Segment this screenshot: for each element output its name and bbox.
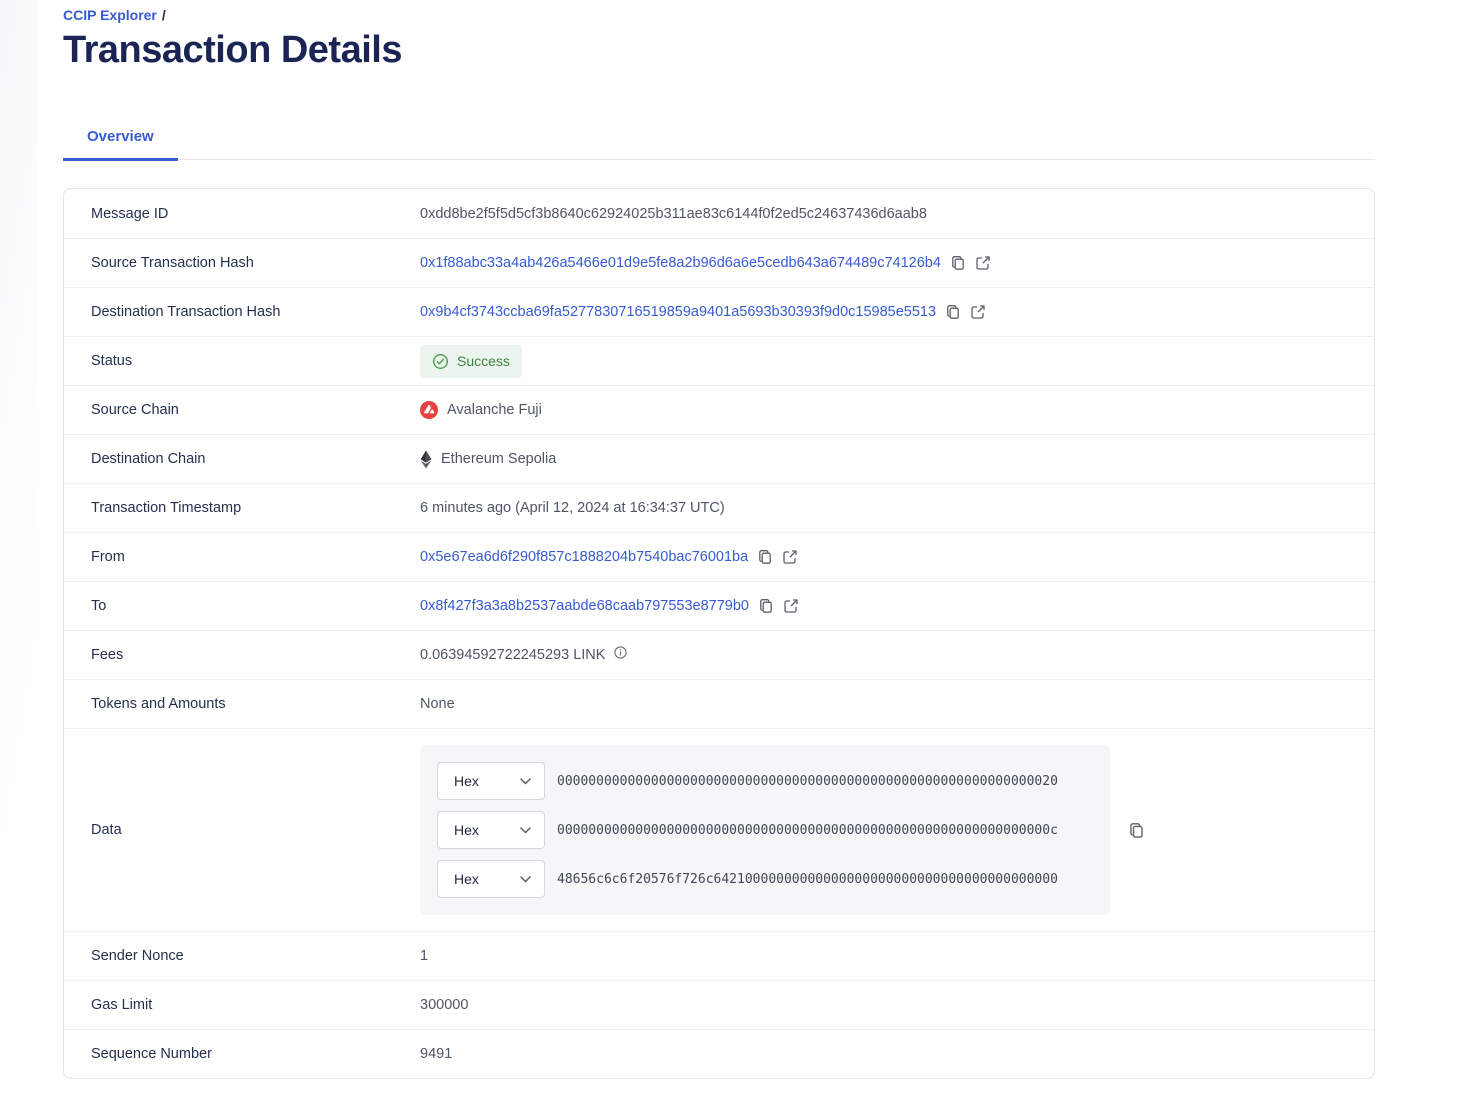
breadcrumb: CCIP Explorer /	[63, 0, 1375, 23]
row-label: Gas Limit	[91, 997, 153, 1013]
copy-icon[interactable]	[945, 304, 961, 320]
data-format-select[interactable]: Hex	[437, 860, 545, 898]
tokens-text: None	[420, 696, 455, 712]
dest-chain-value: Ethereum Sepolia	[420, 450, 556, 469]
row-label: Source Transaction Hash	[91, 255, 254, 271]
row-label: Message ID	[91, 205, 169, 222]
page-container: CCIP Explorer / Transaction Details Overv…	[63, 0, 1375, 1079]
tab-overview[interactable]: Overview	[63, 118, 178, 161]
table-row-to: To 0x8f427f3a3a8b2537aabde68caab797553e8…	[64, 581, 1374, 630]
status-text: Success	[457, 353, 510, 369]
dest-chain-name: Ethereum Sepolia	[441, 451, 557, 467]
table-row-data: Data Hex 0000000000000000000000000000000…	[64, 728, 1374, 931]
source-chain-value: Avalanche Fuji	[420, 401, 542, 419]
dest-tx-hash-link[interactable]: 0x9b4cf3743ccba69fa5277830716519859a9401…	[420, 304, 936, 320]
row-label: Destination Chain	[91, 451, 206, 467]
info-icon[interactable]	[614, 645, 628, 659]
table-row-status: Status Success	[64, 336, 1374, 385]
row-label: Transaction Timestamp	[91, 500, 242, 516]
data-line: Hex 000000000000000000000000000000000000…	[437, 762, 1110, 800]
row-label: From	[91, 549, 125, 565]
data-hex-box: Hex 000000000000000000000000000000000000…	[420, 745, 1110, 915]
data-format-select[interactable]: Hex	[437, 811, 545, 849]
source-chain-name: Avalanche Fuji	[447, 402, 542, 418]
check-circle-icon	[432, 353, 449, 370]
external-link-icon[interactable]	[970, 304, 986, 320]
table-row-tokens: Tokens and Amounts None	[64, 679, 1374, 728]
table-row-timestamp: Transaction Timestamp 6 minutes ago (Apr…	[64, 483, 1374, 532]
copy-icon[interactable]	[1128, 822, 1145, 839]
external-link-icon[interactable]	[783, 598, 799, 614]
copy-icon[interactable]	[758, 598, 774, 614]
ethereum-icon	[420, 450, 432, 469]
data-format-select[interactable]: Hex	[437, 762, 545, 800]
avalanche-icon	[420, 401, 438, 419]
row-label: Destination Transaction Hash	[91, 304, 281, 320]
table-row-message-id: Message ID 0xdd8be2f5f5d5cf3b8640c629240…	[64, 189, 1374, 238]
row-label: Status	[91, 353, 133, 369]
data-format-value: Hex	[454, 773, 479, 789]
chevron-down-icon	[520, 826, 531, 834]
table-row-dest-tx-hash: Destination Transaction Hash 0x9b4cf3743…	[64, 287, 1374, 336]
source-tx-hash-link[interactable]: 0x1f88abc33a4ab426a5466e01d9e5fe8a2b96d6…	[420, 255, 941, 271]
external-link-icon[interactable]	[782, 549, 798, 565]
table-row-source-chain: Source Chain Avalanche Fuji	[64, 385, 1374, 434]
data-hex-value: 0000000000000000000000000000000000000000…	[557, 822, 1058, 838]
table-row-from: From 0x5e67ea6d6f290f857c1888204b7540bac…	[64, 532, 1374, 581]
copy-icon[interactable]	[757, 549, 773, 565]
copy-icon[interactable]	[950, 255, 966, 271]
gas-limit-text: 300000	[420, 997, 469, 1013]
row-label: To	[91, 598, 107, 614]
message-id-value: 0xdd8be2f5f5d5cf3b8640c62924025b311ae83c…	[420, 206, 1374, 222]
data-format-value: Hex	[454, 871, 479, 887]
table-row-fees: Fees 0.06394592722245293 LINK	[64, 630, 1374, 679]
row-label: Tokens and Amounts	[91, 696, 226, 712]
table-row-source-tx-hash: Source Transaction Hash 0x1f88abc33a4ab4…	[64, 238, 1374, 287]
tab-bar: Overview	[63, 118, 1375, 161]
message-id-text: 0xdd8be2f5f5d5cf3b8640c62924025b311ae83c…	[420, 205, 927, 222]
data-hex-value: 0000000000000000000000000000000000000000…	[557, 773, 1058, 789]
chevron-down-icon	[520, 875, 531, 883]
row-label: Source Chain	[91, 402, 179, 418]
breadcrumb-link-ccip-explorer[interactable]: CCIP Explorer	[63, 7, 157, 23]
status-badge: Success	[420, 344, 522, 378]
table-row-sender-nonce: Sender Nonce 1	[64, 931, 1374, 980]
row-label: Data	[91, 822, 122, 838]
data-line: Hex 000000000000000000000000000000000000…	[437, 811, 1110, 849]
table-row-gas-limit: Gas Limit 300000	[64, 980, 1374, 1029]
data-format-value: Hex	[454, 822, 479, 838]
data-hex-value: 48656c6c6f20576f726c64210000000000000000…	[557, 871, 1058, 887]
data-line: Hex 48656c6c6f20576f726c6421000000000000…	[437, 860, 1110, 898]
external-link-icon[interactable]	[975, 255, 991, 271]
transaction-details-card: Message ID 0xdd8be2f5f5d5cf3b8640c629240…	[63, 188, 1375, 1079]
to-address-link[interactable]: 0x8f427f3a3a8b2537aabde68caab797553e8779…	[420, 598, 749, 614]
chevron-down-icon	[520, 777, 531, 785]
from-address-link[interactable]: 0x5e67ea6d6f290f857c1888204b7540bac76001…	[420, 549, 748, 565]
fees-text: 0.06394592722245293 LINK	[420, 647, 606, 663]
table-row-sequence-number: Sequence Number 9491	[64, 1029, 1374, 1078]
background-artifact	[0, 0, 38, 840]
sender-nonce-text: 1	[420, 948, 429, 964]
table-row-dest-chain: Destination Chain Ethereum Sepolia	[64, 434, 1374, 483]
sequence-number-text: 9491	[420, 1046, 453, 1062]
row-label: Fees	[91, 647, 124, 663]
row-label: Sequence Number	[91, 1046, 212, 1062]
breadcrumb-separator: /	[161, 7, 166, 23]
timestamp-text: 6 minutes ago (April 12, 2024 at 16:34:3…	[420, 500, 725, 516]
page-title: Transaction Details	[63, 29, 402, 71]
row-label: Sender Nonce	[91, 948, 184, 964]
